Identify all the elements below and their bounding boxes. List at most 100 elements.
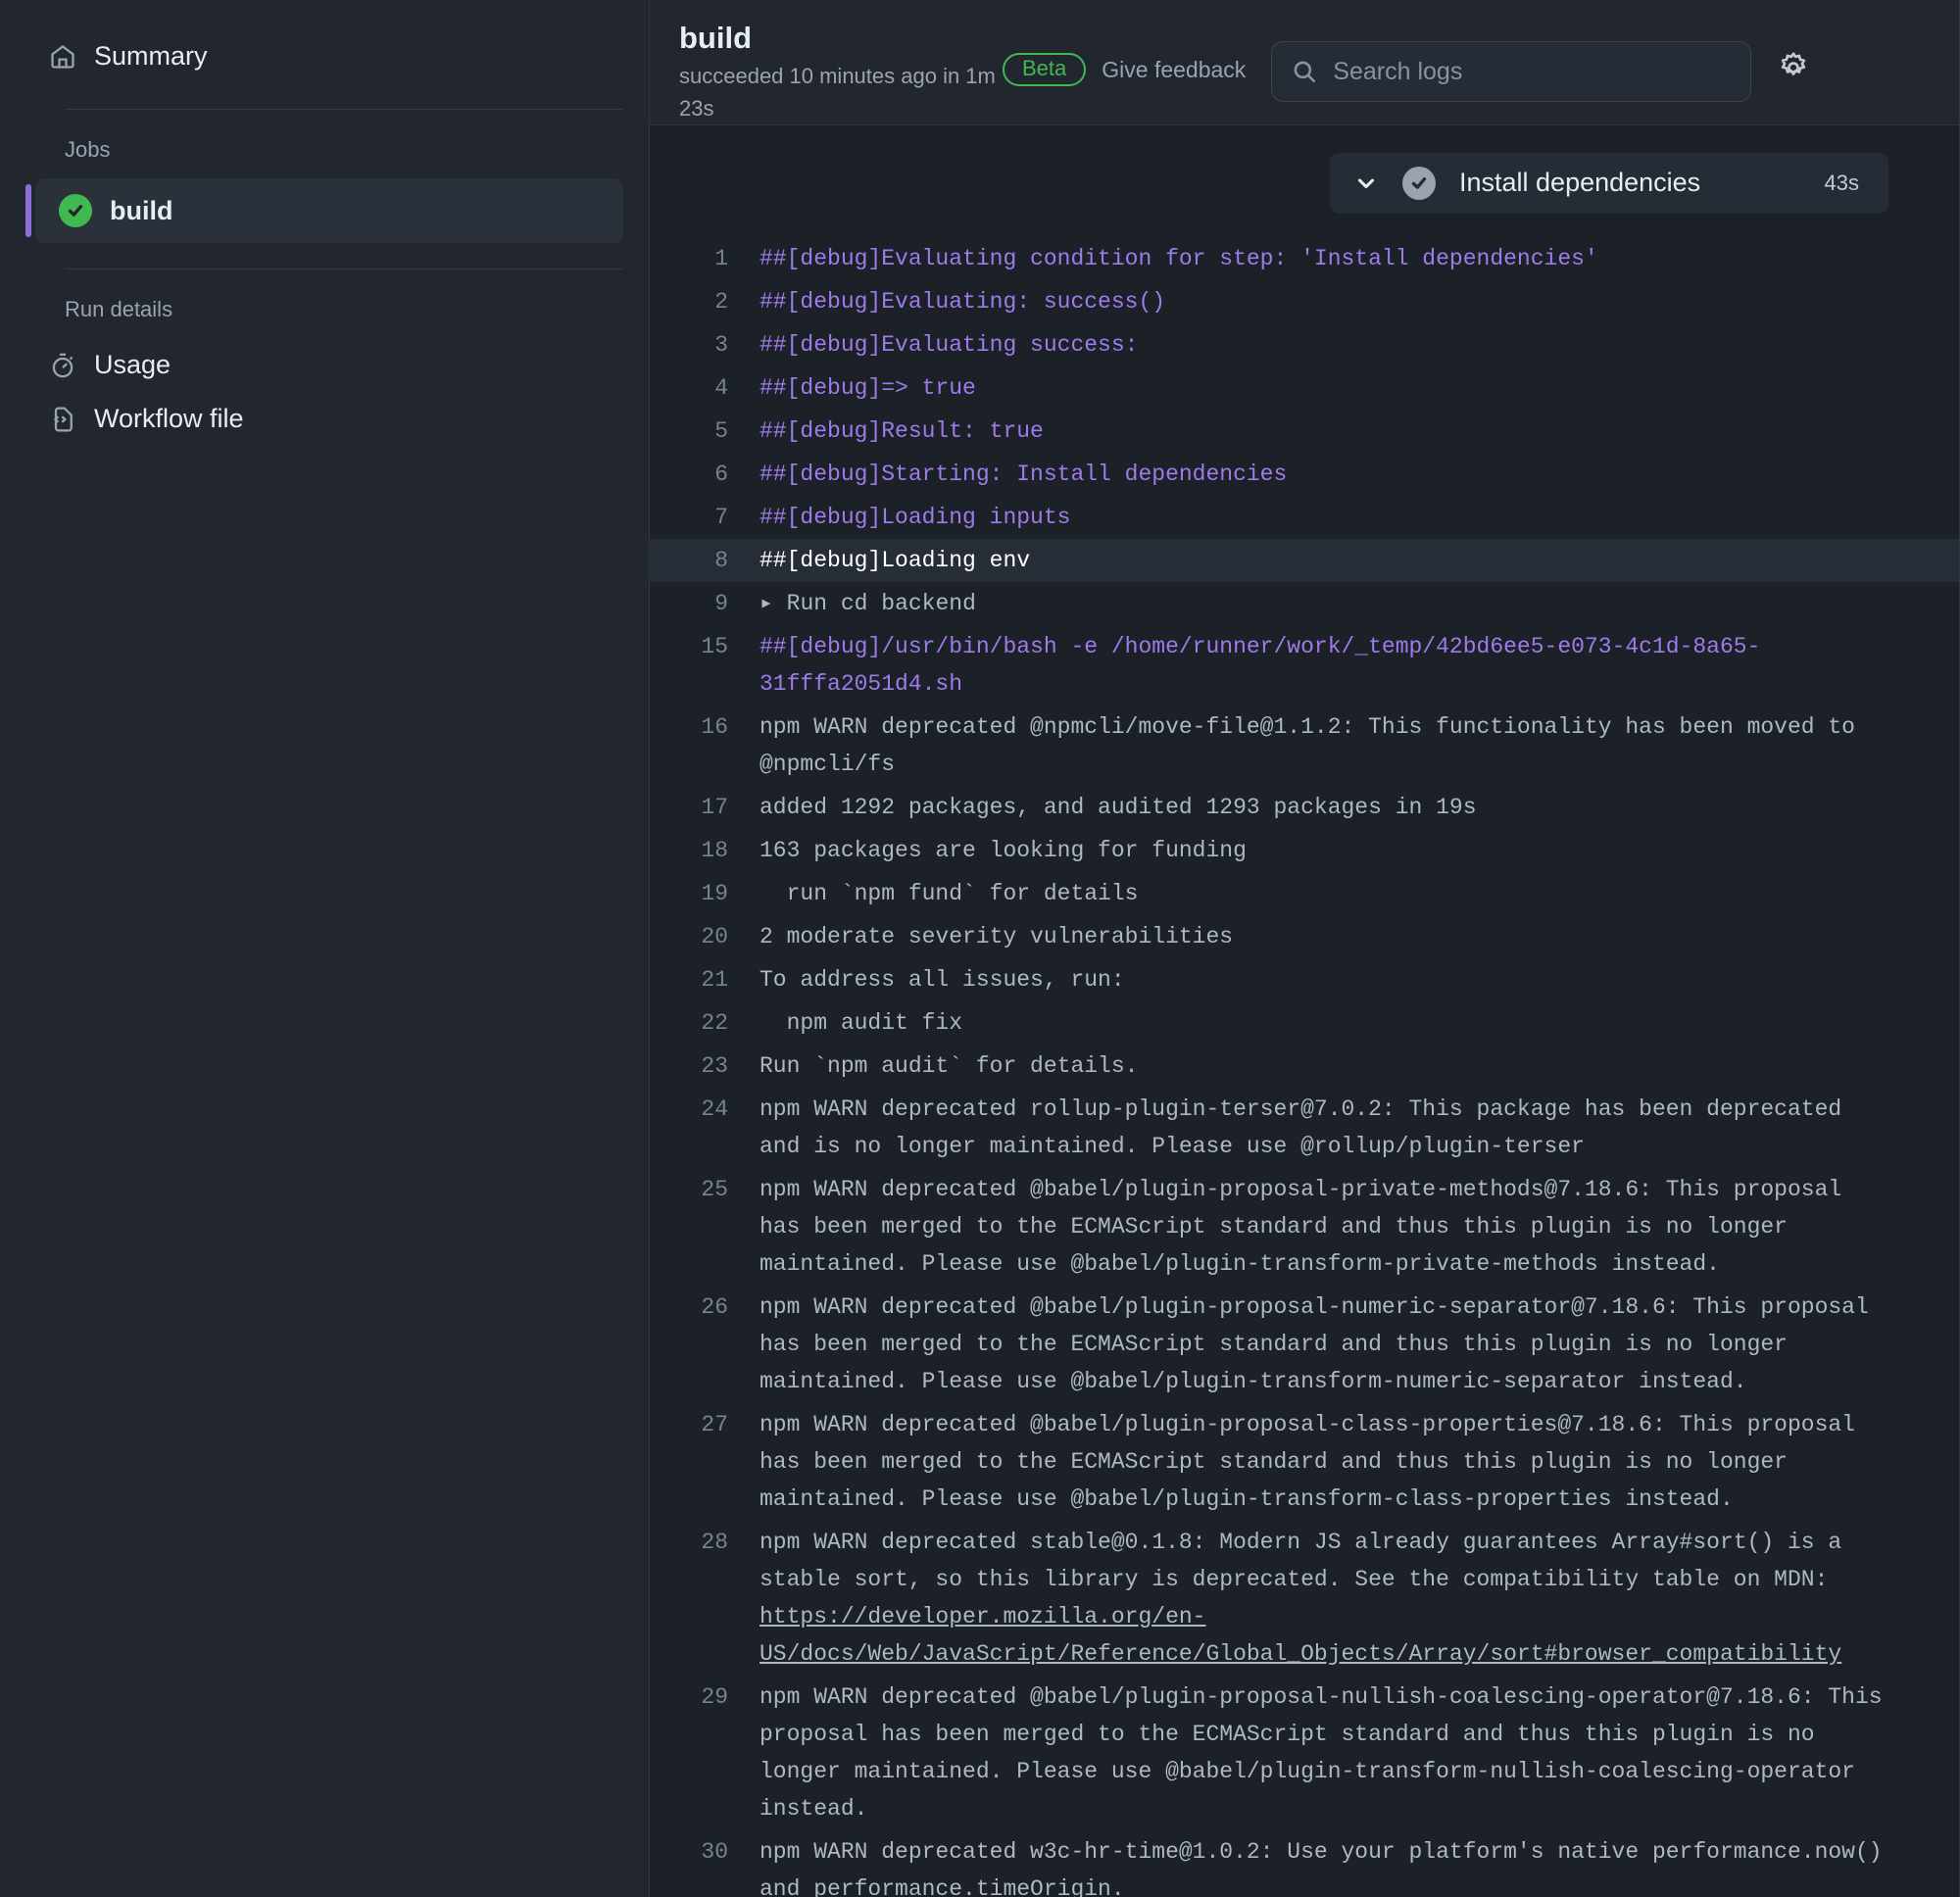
log-line-number: 2: [714, 288, 728, 315]
log-line[interactable]: 22 npm audit fix: [650, 1001, 1959, 1045]
log-line[interactable]: 25 npm WARN deprecated @babel/plugin-prop…: [650, 1168, 1959, 1286]
search-icon: [1292, 59, 1317, 84]
sidebar-item-summary-label: Summary: [94, 41, 208, 71]
sidebar-section-jobs: Jobs: [65, 137, 111, 162]
log-line-text: npm WARN deprecated w3c-hr-time@1.0.2: U…: [760, 1838, 1896, 1897]
beta-badge: Beta: [1003, 53, 1087, 86]
sidebar-item-job-build-label: build: [110, 195, 173, 225]
log-line-text: To address all issues, run:: [760, 966, 1125, 993]
log-line-text: Run `npm audit` for details.: [760, 1052, 1139, 1079]
log-line-number: 17: [701, 794, 728, 820]
log-line[interactable]: 28 npm WARN deprecated stable@0.1.8: Mode…: [650, 1521, 1959, 1676]
page-title: build: [679, 21, 753, 55]
sidebar-item-summary[interactable]: Summary: [39, 29, 623, 83]
sidebar-section-run-details: Run details: [65, 297, 173, 321]
log-line-text: ##[debug]Evaluating: success(): [760, 288, 1166, 315]
log-line[interactable]: 17 added 1292 packages, and audited 1293 …: [650, 786, 1959, 829]
log-line-number: 1: [714, 245, 728, 271]
log-line-text: ##[debug]=> true: [760, 374, 976, 401]
sidebar-item-usage[interactable]: Usage: [39, 338, 623, 392]
gear-icon: [1777, 51, 1810, 84]
log-line-text: ##[debug]/usr/bin/bash -e /home/runner/w…: [760, 633, 1761, 697]
give-feedback-link[interactable]: Give feedback: [1102, 57, 1246, 83]
log-line-number: 19: [701, 880, 728, 906]
log-line-text: ##[debug]Loading inputs: [760, 504, 1071, 530]
log-line-text: ▸ Run cd backend: [760, 590, 976, 616]
search-input[interactable]: [1333, 57, 1732, 86]
log-output-area[interactable]: Install dependencies 43s 1 ##[debug]Evalu…: [650, 124, 1960, 1897]
log-line-text: ##[debug]Evaluating success:: [760, 331, 1139, 358]
log-line[interactable]: 7 ##[debug]Loading inputs: [650, 496, 1959, 539]
log-line[interactable]: 19 run `npm fund` for details: [650, 872, 1959, 915]
log-line[interactable]: 30 npm WARN deprecated w3c-hr-time@1.0.2:…: [650, 1830, 1959, 1897]
step-header-install-dependencies[interactable]: Install dependencies 43s: [1330, 152, 1888, 214]
log-line-number: 9: [714, 590, 728, 616]
step-title: Install dependencies: [1459, 168, 1701, 198]
log-line-number: 28: [701, 1529, 728, 1555]
log-line-number: 29: [701, 1683, 728, 1710]
log-line-number: 16: [701, 713, 728, 740]
log-line[interactable]: 5 ##[debug]Result: true: [650, 410, 1959, 453]
log-line[interactable]: 20 2 moderate severity vulnerabilities: [650, 915, 1959, 958]
log-line[interactable]: 24 npm WARN deprecated rollup-plugin-ters…: [650, 1088, 1959, 1168]
search-container: [1271, 16, 1752, 102]
log-line[interactable]: 21 To address all issues, run:: [650, 958, 1959, 1001]
sidebar-item-job-build[interactable]: build: [25, 178, 623, 243]
log-line-number: 15: [701, 633, 728, 659]
log-lines-list: 1 ##[debug]Evaluating condition for step:…: [650, 237, 1959, 1897]
log-line[interactable]: 1 ##[debug]Evaluating condition for step:…: [650, 237, 1959, 280]
sidebar-divider-top: [65, 109, 623, 110]
sidebar-item-usage-label: Usage: [94, 350, 172, 379]
log-line-number: 4: [714, 374, 728, 401]
log-line[interactable]: 27 npm WARN deprecated @babel/plugin-prop…: [650, 1403, 1959, 1521]
step-duration: 43s: [1824, 170, 1859, 195]
log-line[interactable]: 18 163 packages are looking for funding: [650, 829, 1959, 872]
log-line-text: run `npm fund` for details: [760, 880, 1139, 906]
log-line-text: npm WARN deprecated rollup-plugin-terser…: [760, 1095, 1855, 1159]
stopwatch-icon: [49, 352, 76, 379]
log-line-number: 20: [701, 923, 728, 949]
log-line[interactable]: 8 ##[debug]Loading env: [650, 538, 1959, 582]
log-line-text: ##[debug]Evaluating condition for step: …: [760, 245, 1598, 271]
log-line-text: ##[debug]Loading env: [760, 547, 1031, 573]
log-line-number: 30: [701, 1838, 728, 1865]
log-line[interactable]: 6 ##[debug]Starting: Install dependencies: [650, 453, 1959, 496]
header-beta-group: Beta Give feedback: [1003, 16, 1246, 86]
log-line-text: ##[debug]Starting: Install dependencies: [760, 461, 1288, 487]
log-line-link[interactable]: https://developer.mozilla.org/en-US/docs…: [760, 1604, 1841, 1667]
log-line[interactable]: 29 npm WARN deprecated @babel/plugin-prop…: [650, 1676, 1959, 1830]
settings-button[interactable]: [1777, 16, 1810, 89]
log-line-number: 25: [701, 1176, 728, 1202]
log-line[interactable]: 26 npm WARN deprecated @babel/plugin-prop…: [650, 1286, 1959, 1403]
log-line-number: 26: [701, 1293, 728, 1320]
step-success-check-icon: [1402, 166, 1436, 200]
log-line[interactable]: 4 ##[debug]=> true: [650, 366, 1959, 410]
log-line[interactable]: 3 ##[debug]Evaluating success:: [650, 323, 1959, 366]
log-line-number: 7: [714, 504, 728, 530]
log-line-number: 22: [701, 1009, 728, 1036]
log-line-text: npm WARN deprecated @babel/plugin-propos…: [760, 1411, 1869, 1512]
log-line[interactable]: 16 npm WARN deprecated @npmcli/move-file@…: [650, 705, 1959, 786]
log-line-text: 163 packages are looking for funding: [760, 837, 1247, 863]
log-line[interactable]: 23 Run `npm audit` for details.: [650, 1045, 1959, 1088]
log-line-number: 8: [714, 547, 728, 573]
log-line-text: npm audit fix: [760, 1009, 963, 1036]
search-logs-box[interactable]: [1271, 41, 1752, 102]
log-line[interactable]: 15 ##[debug]/usr/bin/bash -e /home/runner…: [650, 625, 1959, 705]
success-check-icon: [59, 194, 92, 227]
log-line[interactable]: 9 ▸ Run cd backend: [650, 582, 1959, 625]
sidebar: Summary Jobs build Run details Usage Wor…: [0, 0, 650, 1897]
log-line-number: 18: [701, 837, 728, 863]
workflow-run-page: Summary Jobs build Run details Usage Wor…: [0, 0, 1960, 1897]
log-line-text: npm WARN deprecated stable@0.1.8: Modern…: [760, 1529, 1855, 1667]
sidebar-divider-bottom: [65, 268, 623, 269]
log-line-text: added 1292 packages, and audited 1293 pa…: [760, 794, 1477, 820]
log-line-number: 24: [701, 1095, 728, 1122]
log-header: build succeeded 10 minutes ago in 1m 23s…: [650, 0, 1960, 125]
run-status-text: succeeded 10 minutes ago in 1m 23s: [679, 63, 996, 121]
sidebar-item-workflow-file[interactable]: Workflow file: [39, 392, 623, 446]
log-line-number: 3: [714, 331, 728, 358]
header-titles: build succeeded 10 minutes ago in 1m 23s: [679, 16, 1003, 124]
chevron-down-icon[interactable]: [1353, 170, 1379, 196]
log-line[interactable]: 2 ##[debug]Evaluating: success(): [650, 280, 1959, 323]
